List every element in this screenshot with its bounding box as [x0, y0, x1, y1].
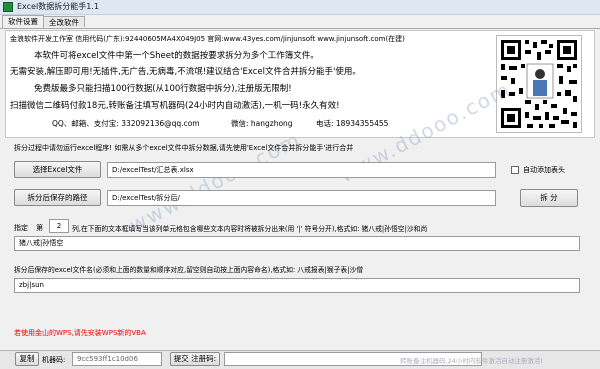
- feature-text: 无需安装,解压即可用!无插件,无广告,无病毒,不流氓!建议结合'Excel文件合…: [10, 67, 361, 77]
- machine-code-field[interactable]: 9cc593ff1c10d06: [72, 352, 162, 366]
- column-spec-instructions: 列,在下面的文本框填写当该列单元格包含哪些文本内容时将被拆分出来(用 '|' 符…: [72, 225, 428, 233]
- save-path-field[interactable]: D:/excelTest/拆分后/: [107, 190, 496, 206]
- auto-header-checkbox[interactable]: [511, 166, 519, 174]
- auto-header-label: 自动添加表头: [523, 166, 565, 174]
- wechat-qr-code: [496, 35, 582, 133]
- status-bar: 复制 机器码: 9cc593ff1c10d06 提交 注册码: 转账备注机器码,…: [0, 350, 600, 369]
- limit-text: 免费版最多只能扫描100行数据(从100行数据中拆分),注册版无限制!: [34, 84, 292, 94]
- excel-file-path-field[interactable]: D:/excelTest/汇总表.xlsx: [107, 162, 496, 178]
- contact-qq: QQ、邮箱、支付宝: 332092136@qq.com: [52, 119, 200, 128]
- copy-button[interactable]: 复制: [15, 352, 39, 366]
- payment-text: 扫描微信二维码付款18元,转账备注填写机器码(24小时内自动激活),一机一码!永…: [10, 101, 340, 111]
- wps-warning: 若使用金山的WPS,请先安装WPS新的VBA: [14, 329, 146, 337]
- app-icon: [3, 2, 13, 12]
- contact-wechat: 微信: hangzhong: [231, 119, 293, 128]
- notice-text: 拆分过程中请勿运行excel程序! 如需从多个excel文件中拆分数据,请先使用…: [14, 144, 354, 152]
- filename-spec-instructions: 拆分后保存的excel文件名(必须和上面的数量和顺序对应,留空则自动按上面内容命…: [14, 266, 364, 274]
- split-button[interactable]: 拆 分: [520, 189, 578, 207]
- submit-register-button[interactable]: 提交 注册码:: [170, 352, 220, 366]
- window-title: Excel数据拆分能手1.1: [17, 2, 99, 11]
- column-spec-prefix: 指定: [14, 224, 28, 232]
- save-path-button[interactable]: 拆分后保存的路径: [14, 189, 101, 206]
- column-number-field[interactable]: 2: [49, 219, 69, 233]
- tab-bar: 软件设置 全改软件: [0, 15, 600, 29]
- intro-text: 本软件可将excel文件中第一个Sheet的数据按要求拆分为多个工作簿文件。: [34, 51, 319, 61]
- tab-software-settings[interactable]: 软件设置: [2, 15, 44, 28]
- title-bar: Excel数据拆分能手1.1: [0, 0, 600, 15]
- select-excel-file-button[interactable]: 选择Excel文件: [14, 161, 101, 178]
- activation-hint: 转账备注机器码,24小时内软件激活自动注册激活!: [400, 357, 543, 365]
- match-text-field[interactable]: 猪八戒|孙悟空: [14, 236, 580, 251]
- column-spec-di: 第: [36, 224, 43, 232]
- tab-all-software[interactable]: 全改软件: [43, 16, 85, 27]
- contact-phone: 电话: 18934355455: [316, 119, 389, 128]
- output-filename-field[interactable]: zbj|sun: [14, 278, 580, 293]
- company-info: 金浪软件开发工作室 信用代码(广东):92440605MA4X049J05 官网…: [10, 35, 405, 43]
- machine-code-label: 机器码:: [42, 356, 66, 364]
